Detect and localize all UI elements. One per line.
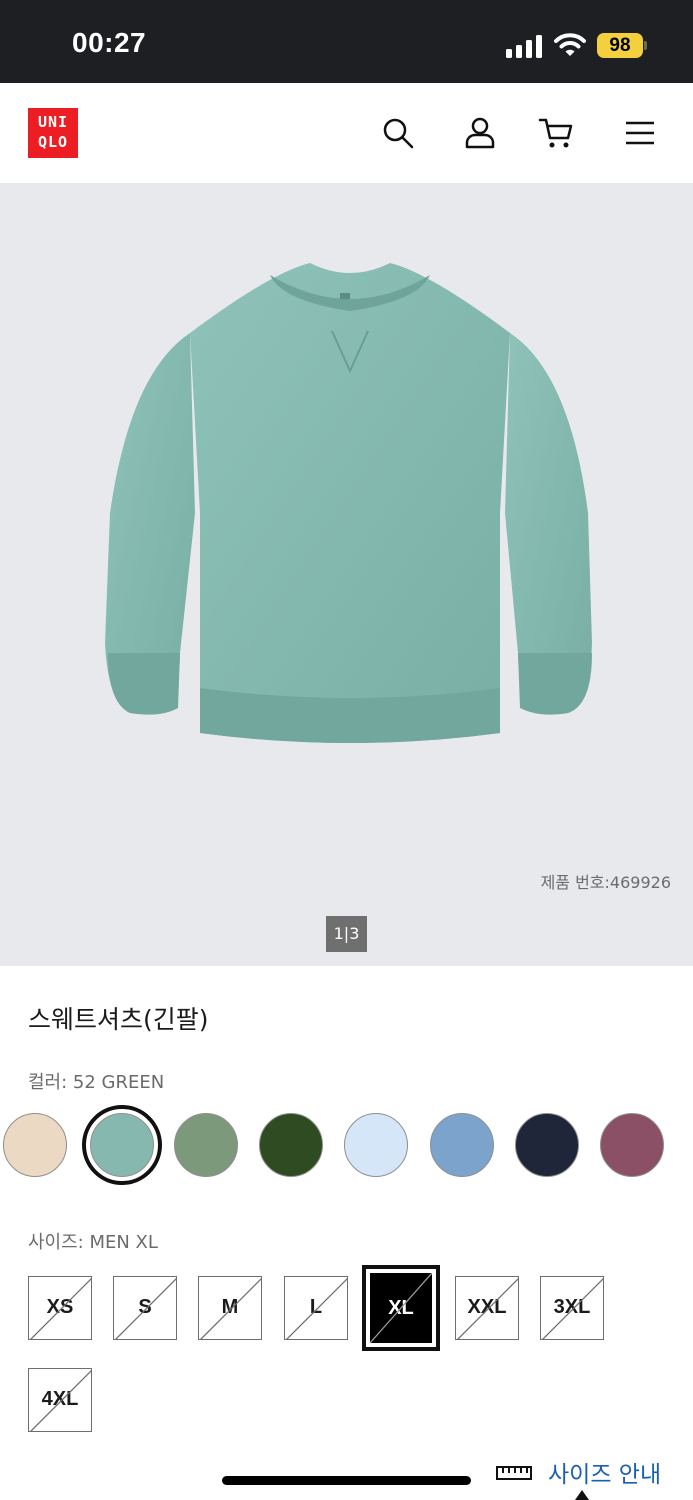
unavailable-slash <box>115 1278 176 1339</box>
color-swatch-beige[interactable] <box>3 1113 67 1177</box>
size-option-l[interactable]: L <box>284 1276 348 1340</box>
sweatshirt-image <box>105 263 592 743</box>
search-icon[interactable] <box>380 115 416 151</box>
product-image[interactable]: 제품 번호:469926 1|3 <box>0 183 693 966</box>
logo-text-bottom: QLO <box>37 133 69 151</box>
color-swatch-blue[interactable] <box>430 1113 494 1177</box>
color-swatch-olive[interactable] <box>174 1113 238 1177</box>
color-swatch-green-selected[interactable] <box>82 1105 162 1185</box>
caret-up-icon <box>575 1490 589 1500</box>
size-option-xs[interactable]: XS <box>28 1276 92 1340</box>
color-label: 컬러: 52 GREEN <box>28 1072 165 1093</box>
unavailable-slash <box>30 1370 91 1431</box>
battery-icon: 98 <box>597 33 647 58</box>
status-bar: 00:27 98 <box>0 0 693 83</box>
color-swatch-dark-green[interactable] <box>259 1113 323 1177</box>
unavailable-slash <box>30 1278 91 1339</box>
logo-text-top: UNI <box>37 113 69 131</box>
image-counter[interactable]: 1|3 <box>326 916 367 952</box>
uniqlo-logo[interactable]: UNI QLO <box>28 108 78 158</box>
color-swatch-purple[interactable] <box>600 1113 664 1177</box>
size-guide-label: 사이즈 안내 <box>548 1462 662 1488</box>
cart-icon[interactable] <box>538 115 574 151</box>
app-header: UNI QLO <box>0 83 693 183</box>
color-swatches <box>0 1105 693 1185</box>
user-icon[interactable] <box>462 115 498 151</box>
product-number: 제품 번호:469926 <box>540 873 671 892</box>
color-swatch-light-blue[interactable] <box>344 1113 408 1177</box>
size-option-xl: XL <box>370 1273 432 1343</box>
color-swatch-green <box>90 1113 154 1177</box>
home-indicator[interactable] <box>222 1476 471 1485</box>
ruler-icon <box>496 1466 532 1480</box>
size-option-xl-selected[interactable]: XL <box>362 1265 440 1351</box>
menu-icon[interactable] <box>622 115 658 151</box>
wifi-icon <box>554 32 586 58</box>
size-option-4xl[interactable]: 4XL <box>28 1368 92 1432</box>
unavailable-slash <box>370 1273 432 1343</box>
unavailable-slash <box>286 1278 347 1339</box>
size-label: 사이즈: MEN XL <box>28 1232 158 1253</box>
unavailable-slash <box>200 1278 261 1339</box>
unavailable-slash <box>542 1278 603 1339</box>
unavailable-slash <box>457 1278 518 1339</box>
image-counter-current: 1 <box>333 924 344 943</box>
size-option-3xl[interactable]: 3XL <box>540 1276 604 1340</box>
status-time: 00:27 <box>72 27 147 58</box>
size-option-xxl[interactable]: XXL <box>455 1276 519 1340</box>
color-swatch-navy[interactable] <box>515 1113 579 1177</box>
size-option-m[interactable]: M <box>198 1276 262 1340</box>
size-option-s[interactable]: S <box>113 1276 177 1340</box>
product-title: 스웨트셔츠(긴팔) <box>28 1005 209 1034</box>
battery-level: 98 <box>597 33 643 58</box>
cellular-signal-icon <box>506 34 542 58</box>
image-counter-total: 3 <box>349 924 360 943</box>
